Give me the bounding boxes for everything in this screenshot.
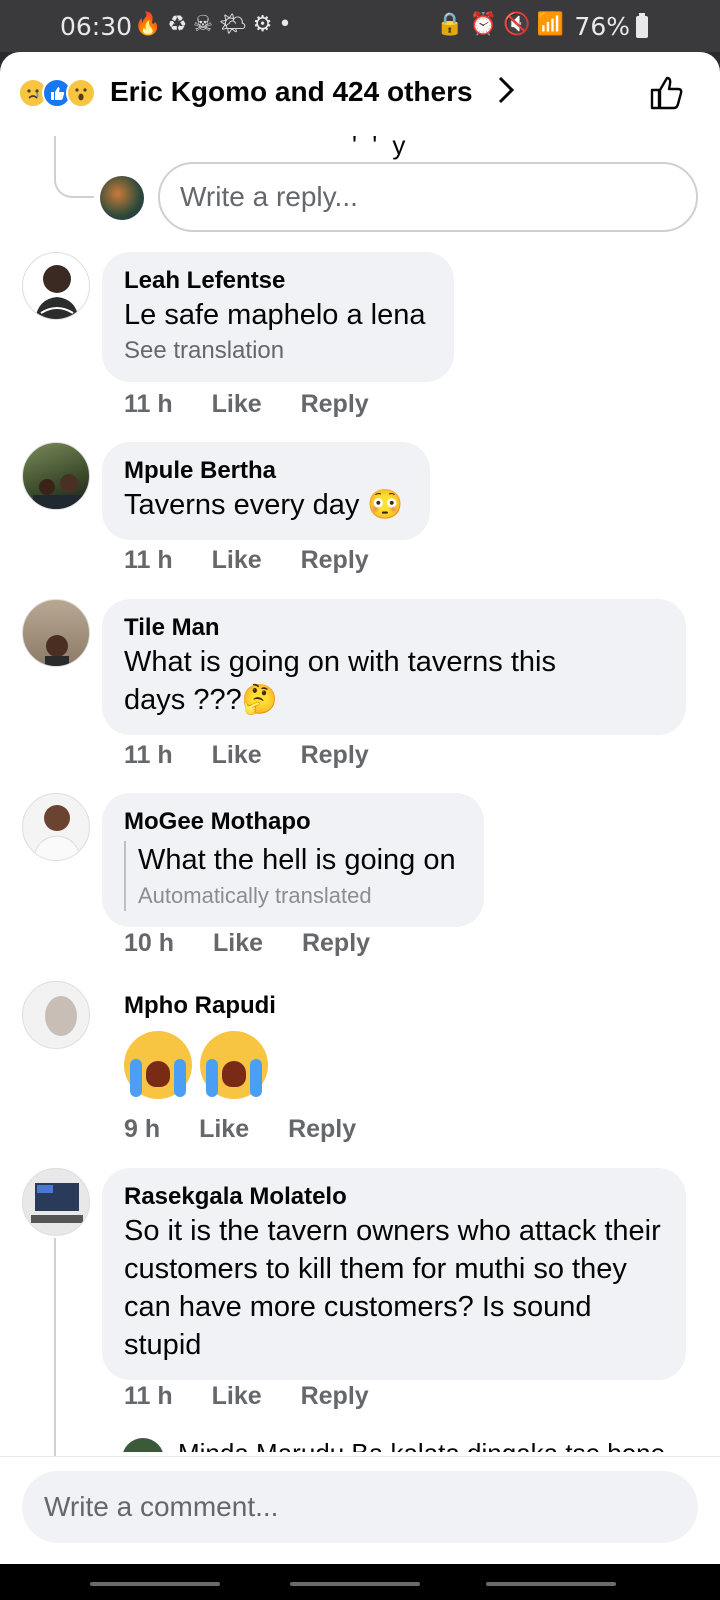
recent-apps-button[interactable] (90, 1582, 220, 1586)
comment-author[interactable]: MoGee Mothapo (124, 807, 462, 837)
comment-author[interactable]: Mpule Bertha (124, 456, 408, 486)
comment-text: What the hell is going on (138, 844, 456, 876)
comment-actions: 9 h Like Reply (124, 1115, 388, 1144)
comment-emojis (124, 1031, 276, 1104)
like-button[interactable]: Like (212, 741, 262, 769)
battery-icon (636, 13, 648, 38)
thumbs-up-icon[interactable] (648, 74, 686, 117)
comment-author[interactable]: Mpho Rapudi (124, 991, 276, 1021)
reply-input[interactable]: Write a reply... (158, 162, 698, 232)
comment-time: 11 h (124, 390, 173, 418)
comment-time: 11 h (124, 546, 173, 574)
comment-text: Le safe maphelo a lena (124, 299, 426, 331)
comment-composer: Write a comment... (0, 1456, 720, 1564)
comment-actions: 11 h Like Reply (124, 1382, 401, 1411)
like-button[interactable]: Like (212, 1382, 262, 1410)
home-button[interactable] (290, 1582, 420, 1586)
like-button[interactable]: Like (212, 390, 262, 418)
translation-block: What the hell is going on Automatically … (124, 841, 462, 911)
see-translation-link[interactable]: See translation (124, 336, 432, 366)
battery-level: 76% (574, 12, 630, 41)
status-bar: 06:30 🔥♻☠🌤⚙• 🔒⏰🔇📶 76% (0, 0, 720, 52)
back-button[interactable] (486, 1582, 616, 1586)
crying-emoji-icon (200, 1031, 268, 1099)
avatar[interactable] (100, 176, 144, 220)
comment-text: What is going on with taverns this days … (124, 646, 556, 716)
comments-sheet: Eric Kgomo and 424 others ' ' y Write a … (0, 52, 720, 1600)
like-button[interactable]: Like (213, 929, 263, 957)
comment-time: 9 h (124, 1115, 161, 1143)
comment-time: 11 h (124, 741, 173, 769)
avatar[interactable] (22, 793, 90, 861)
crying-emoji-icon (124, 1031, 192, 1099)
comment-author[interactable]: Leah Lefentse (124, 266, 432, 296)
reply-button[interactable]: Reply (302, 929, 370, 957)
reply-thread-line (54, 1238, 56, 1458)
reply-preview[interactable]: Minda Marudu Ba kalata dingaka tse bone (122, 1438, 682, 1452)
comment-time: 11 h (124, 1382, 173, 1410)
status-time: 06:30 (60, 12, 133, 41)
avatar[interactable] (22, 442, 90, 510)
reply-preview-text: Minda Marudu Ba kalata dingaka tse bone (178, 1438, 665, 1452)
comment-bubble[interactable]: MoGee Mothapo What the hell is going on … (102, 793, 484, 927)
partial-text: ' ' y (352, 130, 410, 160)
auto-translated-label: Automatically translated (138, 883, 372, 908)
comment-author[interactable]: Tile Man (124, 613, 664, 643)
like-button[interactable]: Like (199, 1115, 249, 1143)
reply-button[interactable]: Reply (301, 390, 369, 418)
reply-button[interactable]: Reply (301, 741, 369, 769)
comment-actions: 10 h Like Reply (124, 929, 402, 958)
reactions-summary[interactable]: Eric Kgomo and 424 others (110, 76, 473, 108)
comment-bubble[interactable]: Mpule Bertha Taverns every day 😳 (102, 442, 430, 540)
avatar[interactable] (22, 599, 90, 667)
comment-bubble[interactable]: Tile Man What is going on with taverns t… (102, 599, 686, 735)
reply-thread-line (54, 136, 94, 198)
notification-icons: 🔥♻☠🌤⚙• (134, 12, 298, 37)
system-icons: 🔒⏰🔇📶 (436, 12, 570, 37)
reply-button[interactable]: Reply (301, 546, 369, 574)
comment-actions: 11 h Like Reply (124, 390, 401, 419)
comment-body[interactable]: Mpho Rapudi (124, 991, 276, 1104)
chevron-right-icon[interactable] (496, 74, 516, 111)
reply-button[interactable]: Reply (301, 1382, 369, 1410)
reactions-header[interactable]: Eric Kgomo and 424 others (0, 52, 720, 132)
comment-actions: 11 h Like Reply (124, 546, 401, 575)
avatar[interactable] (122, 1438, 164, 1452)
comment-author[interactable]: Rasekgala Molatelo (124, 1182, 664, 1212)
avatar[interactable] (22, 1168, 90, 1236)
comment-time: 10 h (124, 929, 175, 957)
comment-input[interactable]: Write a comment... (22, 1471, 698, 1543)
like-button[interactable]: Like (212, 546, 262, 574)
reaction-icons (18, 78, 96, 108)
comment-bubble[interactable]: Rasekgala Molatelo So it is the tavern o… (102, 1168, 686, 1380)
comment-actions: 11 h Like Reply (124, 741, 401, 770)
avatar[interactable] (22, 252, 90, 320)
navigation-bar (0, 1564, 720, 1600)
comment-bubble[interactable]: Leah Lefentse Le safe maphelo a lena See… (102, 252, 454, 382)
comment-text: Taverns every day 😳 (124, 489, 404, 521)
avatar[interactable] (22, 981, 90, 1049)
comment-text: So it is the tavern owners who attack th… (124, 1215, 661, 1361)
wow-reaction-icon (66, 78, 96, 108)
reply-button[interactable]: Reply (288, 1115, 356, 1143)
